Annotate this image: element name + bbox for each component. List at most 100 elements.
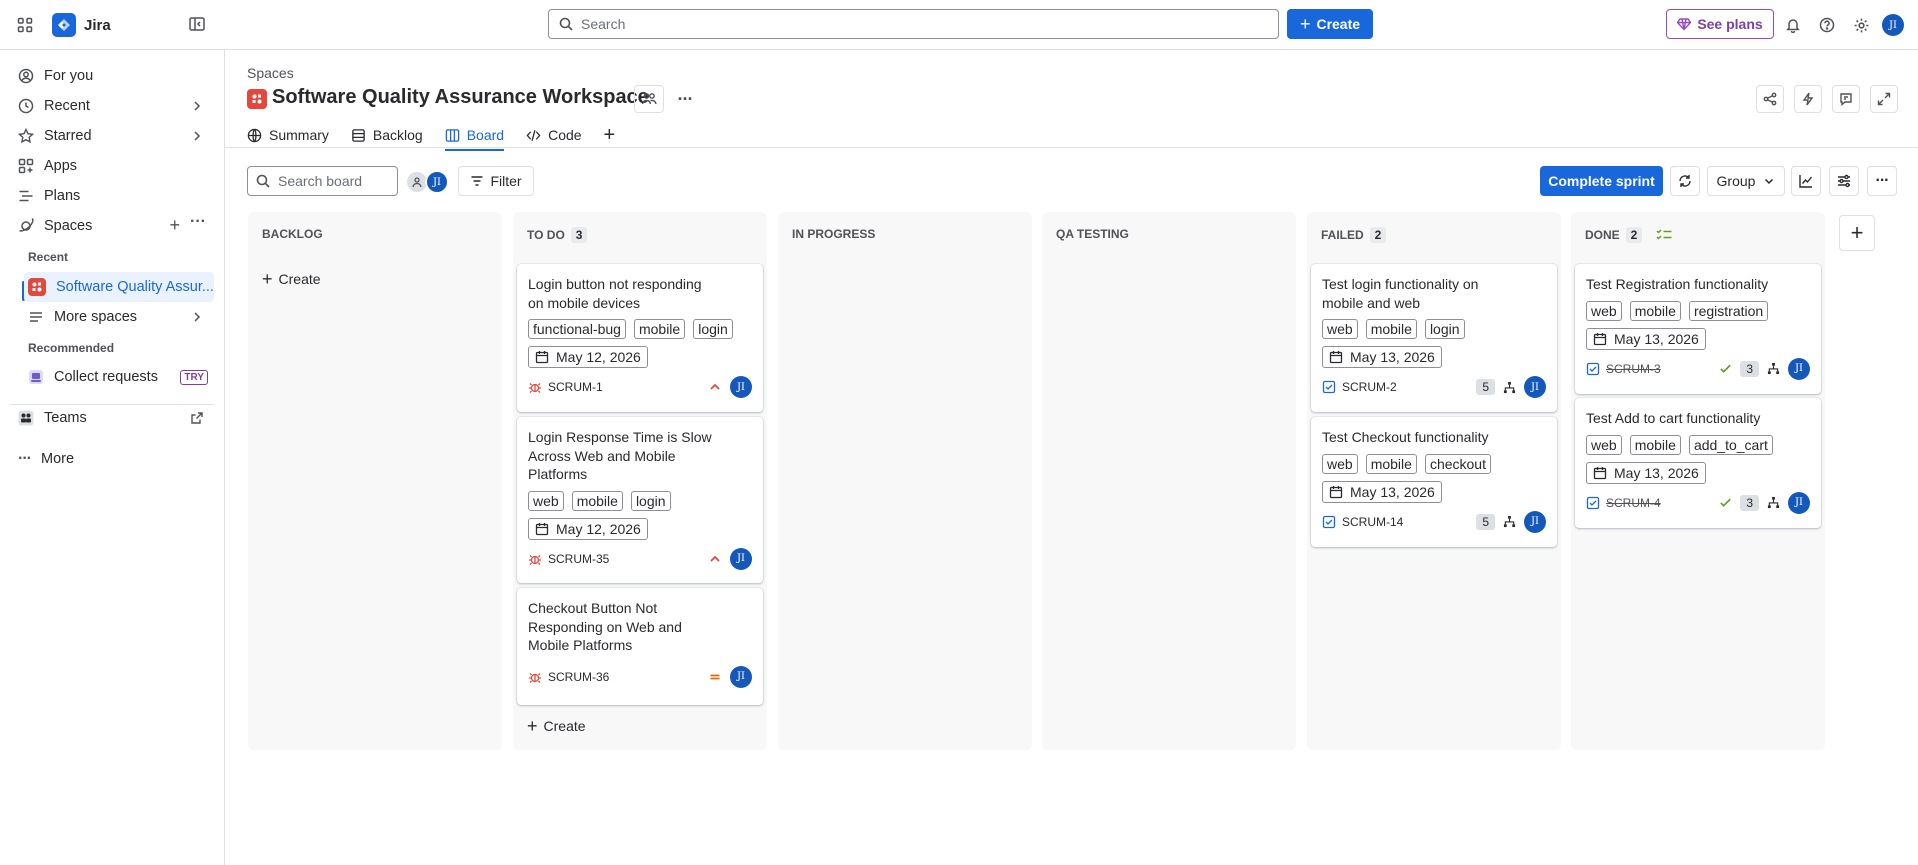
- global-search-field[interactable]: [581, 16, 1229, 32]
- jira-logo[interactable]: Jira: [52, 13, 111, 37]
- issue-card[interactable]: Login Response Time is Slow Across Web a…: [517, 417, 763, 583]
- label-tag[interactable]: registration: [1688, 300, 1769, 321]
- label-tag[interactable]: checkout: [1424, 453, 1491, 474]
- issue-card[interactable]: Test login functionality on mobile and w…: [1311, 264, 1557, 412]
- assignee-avatar[interactable]: JI: [1788, 357, 1810, 380]
- sidebar-item-more[interactable]: ··· More: [10, 444, 214, 474]
- create-issue-button[interactable]: + Create: [527, 717, 586, 735]
- help-icon[interactable]: [1816, 14, 1838, 36]
- issue-card[interactable]: Test Add to cart functionality web mobil…: [1575, 398, 1821, 528]
- external-link-icon[interactable]: [190, 411, 204, 425]
- issue-card[interactable]: Checkout Button Not Responding on Web an…: [517, 588, 763, 705]
- insights-chart-icon[interactable]: [1791, 166, 1821, 196]
- tab-summary[interactable]: Summary: [247, 122, 329, 148]
- chevron-right-icon[interactable]: [190, 129, 204, 143]
- sidebar-item-current-space[interactable]: Software Quality Assur...: [24, 272, 214, 302]
- sidebar-item-plans[interactable]: Plans: [10, 181, 214, 211]
- view-settings-icon[interactable]: [1829, 166, 1859, 196]
- label-tag[interactable]: web: [528, 490, 564, 511]
- label-tag[interactable]: login: [693, 319, 733, 339]
- sidebar-item-spaces[interactable]: Spaces + ···: [10, 211, 214, 241]
- board-search-input[interactable]: [247, 166, 398, 196]
- due-date[interactable]: May 13, 2026: [1322, 346, 1442, 368]
- issue-card[interactable]: Test Checkout functionality web mobile c…: [1311, 417, 1557, 547]
- sprint-refresh-icon[interactable]: [1670, 166, 1700, 196]
- collapse-sidebar-icon[interactable]: [188, 15, 208, 35]
- assignee-filter[interactable]: JI: [405, 170, 449, 194]
- issue-card[interactable]: Login button not responding on mobile de…: [517, 264, 763, 412]
- project-more-icon[interactable]: ···: [672, 85, 698, 113]
- fullscreen-icon[interactable]: [1870, 85, 1898, 113]
- sidebar-item-teams[interactable]: Teams: [10, 403, 214, 433]
- label-tag[interactable]: web: [1322, 453, 1358, 474]
- breadcrumb[interactable]: Spaces: [247, 65, 294, 81]
- create-issue-button[interactable]: + Create: [262, 270, 321, 288]
- label-tag[interactable]: mobile: [571, 490, 623, 511]
- card-meta: 3 JI: [1719, 357, 1810, 380]
- tab-backlog[interactable]: Backlog: [351, 122, 423, 148]
- issue-key[interactable]: SCRUM-14: [1342, 515, 1403, 529]
- app-switcher-icon[interactable]: [14, 14, 36, 36]
- board-more-icon[interactable]: ···: [1867, 166, 1897, 196]
- automation-lightning-icon[interactable]: [1794, 85, 1822, 113]
- add-column-button[interactable]: +: [1839, 215, 1875, 251]
- label-tag[interactable]: mobile: [633, 319, 686, 339]
- issue-card[interactable]: Test Registration functionality web mobi…: [1575, 264, 1821, 394]
- settings-gear-icon[interactable]: [1850, 14, 1872, 36]
- issue-key[interactable]: SCRUM-3: [1606, 362, 1661, 376]
- group-dropdown[interactable]: Group: [1707, 166, 1785, 196]
- label-tag[interactable]: login: [1424, 319, 1465, 339]
- issue-key[interactable]: SCRUM-4: [1606, 496, 1661, 510]
- assignee-avatar[interactable]: JI: [730, 665, 752, 688]
- assignee-avatar[interactable]: JI: [730, 547, 752, 570]
- global-search-input[interactable]: [548, 9, 1279, 39]
- label-tag[interactable]: web: [1586, 434, 1622, 455]
- issue-key[interactable]: SCRUM-2: [1342, 380, 1397, 394]
- due-date[interactable]: May 12, 2026: [528, 346, 648, 368]
- complete-sprint-button[interactable]: Complete sprint: [1540, 166, 1663, 196]
- sidebar-item-apps[interactable]: Apps: [10, 151, 214, 181]
- tab-board[interactable]: Board: [444, 122, 505, 151]
- assignee-avatar[interactable]: JI: [1788, 491, 1810, 514]
- assignee-avatar[interactable]: JI: [1524, 510, 1546, 533]
- more-options-icon[interactable]: ···: [190, 213, 206, 231]
- issue-key[interactable]: SCRUM-1: [548, 380, 603, 394]
- user-avatar[interactable]: JI: [1882, 14, 1904, 36]
- sidebar-item-starred[interactable]: Starred: [10, 121, 214, 151]
- sidebar-item-collect-requests[interactable]: Collect requests TRY: [20, 362, 214, 392]
- label-tag[interactable]: web: [1586, 300, 1622, 321]
- due-date[interactable]: May 12, 2026: [528, 517, 648, 540]
- label-tag[interactable]: login: [630, 490, 671, 511]
- create-button[interactable]: + Create: [1287, 9, 1373, 39]
- add-tab-button[interactable]: +: [604, 122, 616, 148]
- label-tag[interactable]: mobile: [1365, 453, 1417, 474]
- issue-key[interactable]: SCRUM-35: [548, 552, 609, 566]
- label-tag[interactable]: mobile: [1365, 319, 1417, 339]
- due-date[interactable]: May 13, 2026: [1322, 480, 1442, 503]
- sidebar-item-for-you[interactable]: For you: [10, 61, 214, 91]
- share-icon[interactable]: [1756, 85, 1784, 113]
- notifications-bell-icon[interactable]: [1782, 14, 1804, 36]
- board-search-field[interactable]: [278, 173, 378, 189]
- see-plans-button[interactable]: See plans: [1666, 9, 1774, 39]
- tab-code[interactable]: Code: [526, 122, 582, 148]
- sidebar-item-recent[interactable]: Recent: [10, 91, 214, 121]
- label-tag[interactable]: web: [1322, 319, 1358, 339]
- assignee-avatar[interactable]: JI: [1524, 376, 1546, 398]
- label-tag[interactable]: functional-bug: [528, 319, 626, 339]
- assignee-avatar[interactable]: JI: [730, 376, 752, 398]
- label-tag[interactable]: add_to_cart: [1688, 434, 1773, 455]
- due-date[interactable]: May 13, 2026: [1586, 461, 1706, 484]
- issue-key[interactable]: SCRUM-36: [548, 670, 609, 684]
- filter-button[interactable]: Filter: [458, 166, 534, 196]
- feedback-icon[interactable]: [1832, 85, 1860, 113]
- chevron-right-icon[interactable]: [190, 310, 204, 324]
- add-space-icon[interactable]: +: [169, 215, 180, 236]
- team-members-button[interactable]: [634, 85, 664, 113]
- assignee-avatar[interactable]: JI: [425, 170, 449, 194]
- due-date[interactable]: May 13, 2026: [1586, 327, 1706, 350]
- label-tag[interactable]: mobile: [1629, 300, 1681, 321]
- sidebar-item-more-spaces[interactable]: More spaces: [20, 302, 214, 332]
- label-tag[interactable]: mobile: [1629, 434, 1681, 455]
- chevron-right-icon[interactable]: [190, 99, 204, 113]
